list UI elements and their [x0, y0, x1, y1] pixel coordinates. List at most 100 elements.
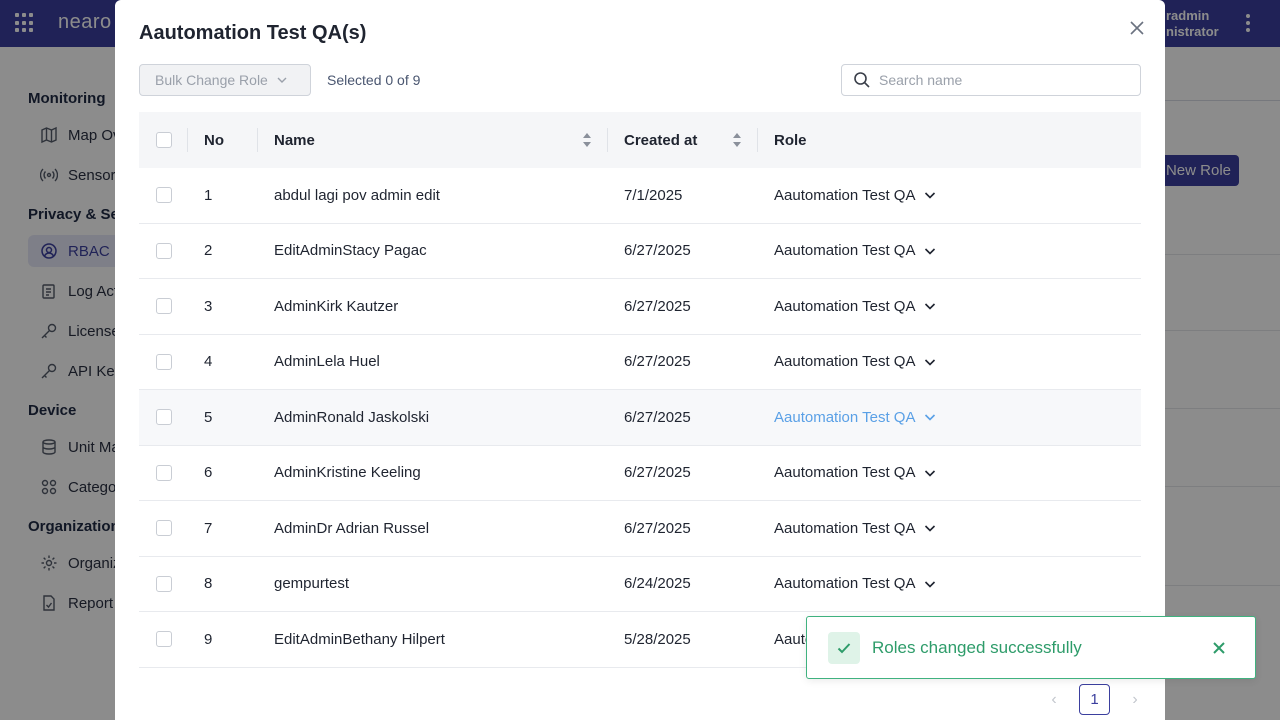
- row-checkbox[interactable]: [155, 575, 172, 592]
- row-checkbox[interactable]: [155, 631, 172, 648]
- row-created-at: 6/27/2025: [624, 519, 691, 537]
- table-row[interactable]: 6 AdminKristine Keeling 6/27/2025 Aautomati…: [139, 446, 1141, 501]
- row-number: 3: [204, 297, 213, 315]
- column-header-name[interactable]: Name: [258, 112, 608, 168]
- search-field[interactable]: [841, 64, 1141, 96]
- bulk-change-role-label: Bulk Change Role: [155, 72, 268, 88]
- row-role-cell: Aautomation Test QA: [758, 187, 1141, 204]
- chevron-down-icon: [925, 581, 936, 588]
- next-page-icon[interactable]: ›: [1120, 685, 1150, 715]
- column-header-no: No: [188, 112, 258, 168]
- role-label: Aautomation Test QA: [774, 186, 916, 204]
- row-number: 7: [204, 519, 213, 537]
- select-all-checkbox[interactable]: [155, 132, 172, 148]
- row-role-cell: Aautomation Test QA: [758, 464, 1141, 481]
- members-table: No Name Created at Role 1 abdul lagi pov …: [139, 112, 1141, 668]
- prev-page-icon[interactable]: ‹: [1039, 685, 1069, 715]
- row-number: 9: [204, 630, 213, 648]
- table-row[interactable]: 4 AdminLela Huel 6/27/2025 Aautomation Test…: [139, 335, 1141, 390]
- row-checkbox[interactable]: [155, 242, 172, 259]
- row-checkbox[interactable]: [155, 409, 172, 426]
- pagination: ‹ 1 ›: [1039, 684, 1150, 715]
- role-label: Aautomation Test QA: [774, 519, 916, 537]
- role-label: Aautomation Test QA: [774, 408, 916, 426]
- role-select[interactable]: Aautomation Test QA: [774, 409, 1141, 426]
- row-checkbox-cell: [139, 631, 188, 648]
- table-header: No Name Created at Role: [139, 112, 1141, 168]
- row-checkbox-cell: [139, 464, 188, 481]
- table-row[interactable]: 1 abdul lagi pov admin edit 7/1/2025 Aautom…: [139, 168, 1141, 224]
- row-checkbox[interactable]: [155, 353, 172, 370]
- row-name: EditAdminStacy Pagac: [274, 242, 427, 260]
- chevron-down-icon: [925, 525, 936, 532]
- chevron-down-icon: [277, 77, 287, 83]
- check-icon: [828, 631, 860, 664]
- role-label: Aautomation Test QA: [774, 575, 916, 593]
- column-header-created[interactable]: Created at: [608, 112, 758, 168]
- role-label: Aautomation Test QA: [774, 297, 916, 315]
- row-name: AdminDr Adrian Russel: [274, 519, 430, 537]
- role-select[interactable]: Aautomation Test QA: [774, 353, 1141, 370]
- row-number: 8: [204, 575, 213, 593]
- table-row[interactable]: 5 AdminRonald Jaskolski 6/27/2025 Aautomati…: [139, 390, 1141, 446]
- row-checkbox-cell: [139, 409, 188, 426]
- row-number: 1: [204, 186, 213, 204]
- role-select[interactable]: Aautomation Test QA: [774, 298, 1141, 315]
- role-select[interactable]: Aautomation Test QA: [774, 575, 1141, 592]
- column-label: Role: [774, 131, 807, 149]
- close-icon[interactable]: [1127, 18, 1147, 38]
- table-row[interactable]: 8 gempurtest 6/24/2025 Aautomation Test QA: [139, 557, 1141, 612]
- bulk-change-role-button[interactable]: Bulk Change Role: [139, 64, 311, 96]
- sort-icon[interactable]: [582, 132, 592, 148]
- row-created-at: 5/28/2025: [624, 630, 691, 648]
- role-label: Aautomation Test QA: [774, 353, 916, 371]
- chevron-down-icon: [925, 303, 936, 310]
- row-role-cell: Aautomation Test QA: [758, 520, 1141, 537]
- search-input[interactable]: [879, 72, 1119, 88]
- close-icon[interactable]: [1209, 638, 1229, 658]
- row-checkbox-cell: [139, 298, 188, 315]
- role-select[interactable]: Aautomation Test QA: [774, 187, 1141, 204]
- table-row[interactable]: 2 EditAdminStacy Pagac 6/27/2025 Aautomatio…: [139, 224, 1141, 279]
- table-row[interactable]: 7 AdminDr Adrian Russel 6/27/2025 Aautomati…: [139, 501, 1141, 557]
- chevron-down-icon: [925, 414, 936, 421]
- row-created-at: 6/27/2025: [624, 464, 691, 482]
- row-role-cell: Aautomation Test QA: [758, 353, 1141, 370]
- row-checkbox-cell: [139, 353, 188, 370]
- row-name: gempurtest: [274, 575, 350, 593]
- row-role-cell: Aautomation Test QA: [758, 409, 1141, 426]
- row-checkbox[interactable]: [155, 298, 172, 315]
- column-label: No: [204, 131, 224, 149]
- row-checkbox[interactable]: [155, 187, 172, 204]
- row-role-cell: Aautomation Test QA: [758, 242, 1141, 259]
- role-select[interactable]: Aautomation Test QA: [774, 464, 1141, 481]
- select-all-cell: [139, 112, 188, 168]
- selection-count: Selected 0 of 9: [327, 72, 421, 88]
- row-name: AdminKristine Keeling: [274, 464, 421, 482]
- column-header-role: Role: [758, 112, 1141, 168]
- table-row[interactable]: 3 AdminKirk Kautzer 6/27/2025 Aautomation T…: [139, 279, 1141, 335]
- column-label: Name: [274, 131, 315, 149]
- row-checkbox-cell: [139, 520, 188, 537]
- row-name: AdminLela Huel: [274, 353, 380, 371]
- chevron-down-icon: [925, 192, 936, 199]
- row-checkbox-cell: [139, 187, 188, 204]
- row-created-at: 6/27/2025: [624, 242, 691, 260]
- row-created-at: 6/27/2025: [624, 297, 691, 315]
- row-created-at: 6/24/2025: [624, 575, 691, 593]
- chevron-down-icon: [925, 359, 936, 366]
- role-members-modal: Aautomation Test QA(s) Bulk Change Role …: [115, 0, 1165, 720]
- row-role-cell: Aautomation Test QA: [758, 298, 1141, 315]
- role-select[interactable]: Aautomation Test QA: [774, 242, 1141, 259]
- search-icon: [854, 72, 870, 88]
- row-number: 6: [204, 464, 213, 482]
- role-select[interactable]: Aautomation Test QA: [774, 520, 1141, 537]
- row-checkbox[interactable]: [155, 464, 172, 481]
- role-label: Aautomation Test QA: [774, 242, 916, 260]
- page-number[interactable]: 1: [1079, 684, 1110, 715]
- row-checkbox[interactable]: [155, 520, 172, 537]
- row-created-at: 7/1/2025: [624, 186, 683, 204]
- sort-icon[interactable]: [732, 132, 742, 148]
- row-created-at: 6/27/2025: [624, 408, 691, 426]
- table-body: 1 abdul lagi pov admin edit 7/1/2025 Aautom…: [139, 168, 1141, 668]
